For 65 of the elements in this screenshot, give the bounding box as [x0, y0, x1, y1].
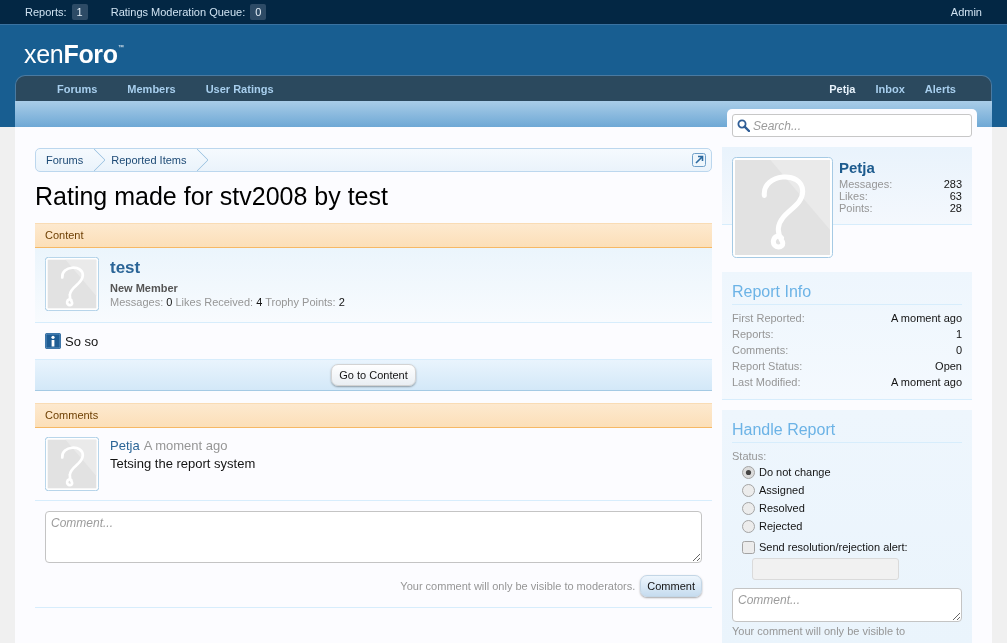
checkbox-label: Send resolution/rejection alert: [759, 541, 908, 553]
stat-value: 63 [949, 190, 962, 202]
radio-label: Resolved [759, 502, 805, 514]
panel-heading: Report Info [732, 282, 962, 305]
comment-time: A moment ago [143, 438, 228, 453]
radio-button[interactable] [742, 465, 755, 479]
info-icon [45, 333, 61, 349]
nav-tab[interactable]: User Ratings [190, 82, 289, 95]
radio-button[interactable] [742, 483, 755, 497]
stat-label: Likes: [839, 190, 868, 202]
info-value: A moment ago [891, 375, 962, 390]
radio-button[interactable] [742, 501, 755, 515]
radio-label: Do not change [759, 466, 831, 478]
section-header: Content [35, 223, 712, 248]
comment-button[interactable]: Comment [640, 575, 702, 597]
page-title: Rating made for stv2008 by test [35, 181, 389, 212]
panel-heading: Handle Report [732, 420, 962, 443]
comment-field[interactable]: Comment... [732, 588, 962, 622]
message-text: So so [65, 333, 99, 349]
stat-label: Messages: [839, 178, 893, 190]
nav-tab[interactable]: Members [112, 82, 191, 95]
nav-link[interactable]: Inbox [865, 82, 915, 95]
info-value: A moment ago [891, 311, 962, 326]
nav-link[interactable]: Alerts [914, 82, 966, 95]
radio-label: Assigned [759, 484, 805, 496]
user-title: New Member [110, 281, 179, 295]
go-to-content-button[interactable]: Go to Content [331, 364, 416, 386]
search-field[interactable]: Search... [732, 114, 972, 137]
stat-value: 283 [943, 178, 962, 190]
moderator-link[interactable]: Reports: [25, 6, 67, 18]
info-value: 1 [955, 327, 962, 342]
info-label: Comments: [732, 343, 789, 358]
info-label: Reports: [732, 327, 774, 342]
visibility-note: Your comment will only be visible to [732, 625, 907, 638]
status-label: Status: [732, 449, 768, 463]
author-stats: Messages: 0 Likes Received: 4 Trophy Points: 2 [110, 295, 345, 309]
info-label: Last Modified: [732, 375, 801, 390]
radio-label: Rejected [759, 520, 803, 532]
checkbox[interactable] [742, 540, 755, 554]
section-header: Comments [35, 403, 712, 428]
arrow-square-icon[interactable] [692, 153, 706, 167]
avatar-icon[interactable] [732, 157, 833, 258]
comment-author[interactable]: Petja [110, 438, 140, 453]
nav-link[interactable]: Petja [819, 82, 866, 95]
visibility-note: Your comment will only be visible to moderators. [400, 580, 636, 592]
stat-label: Points: [839, 202, 873, 214]
count-badge: 1 [71, 4, 88, 20]
account-link[interactable]: Admin [950, 6, 982, 18]
comment-text: Tetsing the report system [110, 455, 256, 472]
avatar-icon[interactable] [45, 437, 99, 491]
comment-field[interactable]: Comment... [45, 511, 702, 563]
stat-value: 28 [949, 202, 962, 214]
info-value: 0 [955, 343, 962, 358]
visitor-name[interactable]: Petja [839, 159, 962, 177]
moderator-link[interactable]: Ratings Moderation Queue: [110, 6, 246, 18]
author-name[interactable]: test [110, 257, 345, 279]
site-logo[interactable]: xenForo$^{™}$ [24, 31, 124, 69]
avatar-icon[interactable] [45, 257, 99, 311]
nav-tab[interactable]: Forums [42, 82, 113, 95]
info-label: Report Status: [732, 359, 803, 374]
radio-button[interactable] [742, 519, 755, 533]
info-value: Open [935, 359, 962, 374]
count-badge: 0 [250, 4, 267, 20]
search-icon [737, 119, 750, 132]
info-label: First Reported: [732, 311, 805, 326]
